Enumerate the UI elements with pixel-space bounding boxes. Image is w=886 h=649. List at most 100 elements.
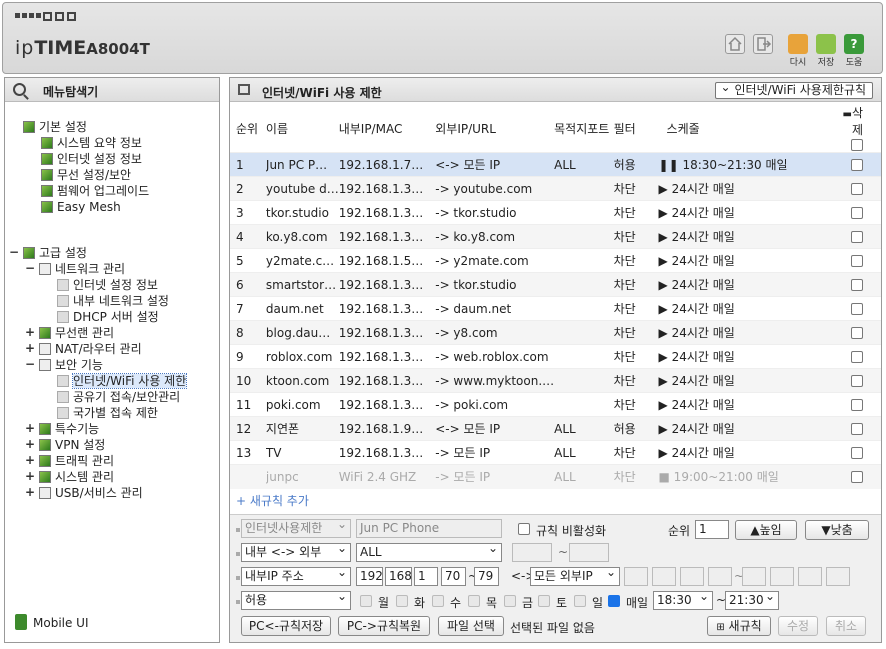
ip-octet-2[interactable]: 168	[385, 567, 412, 586]
direction-select[interactable]: 내부 <-> 외부	[241, 543, 351, 562]
save-icon[interactable]	[816, 34, 836, 54]
delete-checkbox[interactable]	[851, 326, 863, 339]
ext-ip-octet[interactable]	[770, 567, 794, 586]
table-row[interactable]: 12 지연폰 192.168.1.9… <-> 모든 IP ALL 허용 ▶ 24시간 매일	[230, 416, 881, 441]
pc-save-button[interactable]: PC<-규칙저장	[241, 616, 331, 636]
day-checkbox[interactable]	[608, 595, 620, 607]
day-checkbox[interactable]	[538, 595, 550, 607]
delete-checkbox[interactable]	[851, 422, 863, 435]
select-all-checkbox[interactable]	[851, 139, 863, 151]
sidebar-item-wireless[interactable]: 무선 설정/보안	[41, 167, 131, 183]
table-row[interactable]: 3 tkor.studio 192.168.1.3… -> tkor.studio 차단…	[230, 200, 881, 225]
new-rule-button[interactable]: ⊞ 새규칙	[707, 616, 771, 636]
sidebar-item-security[interactable]: 보안 기능	[39, 357, 103, 373]
disable-rule-checkbox[interactable]	[518, 523, 530, 535]
sidebar-item-country-block[interactable]: 국가별 접속 제한	[57, 405, 158, 421]
sidebar-item-internet-restriction[interactable]: 인터넷/WiFi 사용 제한	[57, 373, 188, 389]
sidebar-item-dhcp[interactable]: DHCP 서버 설정	[57, 309, 159, 325]
external-ip-select[interactable]: 모든 외부IP	[530, 567, 620, 586]
delete-checkbox[interactable]	[851, 350, 863, 363]
sidebar-item-easymesh[interactable]: Easy Mesh	[41, 199, 121, 215]
collapse-icon[interactable]: −	[25, 261, 35, 275]
help-icon[interactable]: ?	[844, 34, 864, 54]
sidebar-item-internet-info[interactable]: 인터넷 설정 정보	[41, 151, 142, 167]
move-up-button[interactable]: ▲높임	[735, 520, 797, 540]
rule-type-select[interactable]: 인터넷사용제한	[241, 519, 351, 538]
ext-ip-octet[interactable]	[826, 567, 850, 586]
rule-name-input[interactable]: Jun PC Phone	[356, 519, 502, 538]
delete-checkbox[interactable]	[851, 206, 863, 219]
delete-checkbox[interactable]	[851, 254, 863, 267]
table-row[interactable]: 1 Jun PC P… 192.168.1.7… <-> 모든 IP ALL 허용 ❚❚ 1…	[230, 152, 881, 177]
sidebar-item-nat[interactable]: NAT/라우터 관리	[39, 341, 142, 357]
sidebar-item-special[interactable]: 특수기능	[39, 421, 99, 437]
ip-octet-end[interactable]: 79	[474, 567, 499, 586]
sidebar-item-advanced[interactable]: 고급 설정	[23, 245, 87, 261]
file-select-button[interactable]: 파일 선택	[438, 616, 504, 636]
delete-checkbox[interactable]	[851, 182, 863, 195]
priority-input[interactable]: 1	[695, 520, 729, 539]
expand-icon[interactable]: +	[25, 325, 35, 339]
ext-ip-octet[interactable]	[798, 567, 822, 586]
delete-checkbox[interactable]	[851, 158, 863, 171]
delete-checkbox[interactable]	[851, 446, 863, 459]
port-start-input[interactable]	[512, 543, 552, 562]
table-row[interactable]: 4 ko.y8.com 192.168.1.3… -> ko.y8.com 차단 ▶ 24…	[230, 224, 881, 249]
day-checkbox[interactable]	[432, 595, 444, 607]
end-time-select[interactable]: 21:30	[725, 591, 779, 610]
sidebar-item-basic[interactable]: 기본 설정	[23, 119, 87, 135]
port-end-input[interactable]	[569, 543, 609, 562]
collapse-icon[interactable]: −	[9, 245, 19, 259]
sidebar-item-wlan[interactable]: 무선랜 관리	[39, 325, 114, 341]
logout-icon[interactable]	[788, 34, 808, 54]
table-row[interactable]: 5 y2mate.c… 192.168.1.5… -> y2mate.com 차단 ▶ 2…	[230, 248, 881, 273]
start-time-select[interactable]: 18:30	[653, 591, 713, 610]
table-row[interactable]: 9 roblox.com 192.168.1.3… -> web.roblox.com…	[230, 344, 881, 369]
ip-type-select[interactable]: 내부IP 주소	[241, 567, 351, 586]
move-down-button[interactable]: ▼낮춤	[805, 520, 869, 540]
expand-icon[interactable]: +	[25, 469, 35, 483]
delete-checkbox[interactable]	[851, 470, 863, 483]
ip-octet-4[interactable]: 70	[441, 567, 466, 586]
delete-checkbox[interactable]	[851, 398, 863, 411]
table-row[interactable]: 10 ktoon.com 192.168.1.3… -> www.myktoon.… 차…	[230, 368, 881, 393]
table-row[interactable]: 13 TV 192.168.1.3… -> 모든 IP ALL 차단 ▶ 24시간 매일	[230, 440, 881, 465]
ip-octet-3[interactable]: 1	[414, 567, 438, 586]
ip-octet-1[interactable]: 192	[356, 567, 383, 586]
ext-ip-octet[interactable]	[652, 567, 676, 586]
cancel-button[interactable]: 취소	[826, 616, 866, 636]
logout-icon[interactable]	[753, 34, 773, 54]
day-checkbox[interactable]	[468, 595, 480, 607]
mobile-ui-link[interactable]: Mobile UI	[15, 614, 89, 630]
sidebar-item-system[interactable]: 시스템 관리	[39, 469, 114, 485]
add-rule-row[interactable]: + 새규칙 추가	[230, 489, 881, 513]
sidebar-item-internet-settings[interactable]: 인터넷 설정 정보	[57, 277, 158, 293]
sidebar-item-firmware[interactable]: 펌웨어 업그레이드	[41, 183, 149, 199]
sidebar-item-traffic[interactable]: 트래픽 관리	[39, 453, 114, 469]
table-row[interactable]: 8 blog.dau… 192.168.1.3… -> y8.com 차단 ▶ 24시간 …	[230, 320, 881, 345]
sidebar-item-access-security[interactable]: 공유기 접속/보안관리	[57, 389, 180, 405]
pc-restore-button[interactable]: PC->규칙복원	[338, 616, 430, 636]
table-row[interactable]: 2 youtube d… 192.168.1.3… -> youtube.com 차단 ▶…	[230, 176, 881, 201]
ext-ip-octet[interactable]	[708, 567, 732, 586]
day-checkbox[interactable]	[504, 595, 516, 607]
add-rule-link[interactable]: + 새규칙 추가	[230, 489, 881, 513]
day-checkbox[interactable]	[396, 595, 408, 607]
delete-checkbox[interactable]	[851, 302, 863, 315]
rule-type-dropdown[interactable]: 인터넷/WiFi 사용제한규칙	[715, 80, 873, 99]
delete-checkbox[interactable]	[851, 230, 863, 243]
delete-checkbox[interactable]	[851, 278, 863, 291]
ext-ip-octet[interactable]	[680, 567, 704, 586]
table-row[interactable]: 11 poki.com 192.168.1.3… -> poki.com 차단 ▶ 24시…	[230, 392, 881, 417]
home-icon[interactable]	[725, 34, 745, 54]
expand-icon[interactable]: +	[25, 437, 35, 451]
sidebar-item-lan[interactable]: 내부 네트워크 설정	[57, 293, 169, 309]
expand-icon[interactable]: +	[25, 453, 35, 467]
day-checkbox[interactable]	[360, 595, 372, 607]
expand-icon[interactable]: +	[25, 485, 35, 499]
ext-ip-octet[interactable]	[624, 567, 648, 586]
table-row[interactable]: 7 daum.net 192.168.1.3… -> daum.net 차단 ▶ 24시간…	[230, 296, 881, 321]
delete-checkbox[interactable]	[851, 374, 863, 387]
table-row[interactable]: junpc WiFi 2.4 GHZ -> 모든 IP ALL 차단 ■ 19:00~21…	[230, 464, 881, 489]
sidebar-item-system-summary[interactable]: 시스템 요약 정보	[41, 135, 142, 151]
